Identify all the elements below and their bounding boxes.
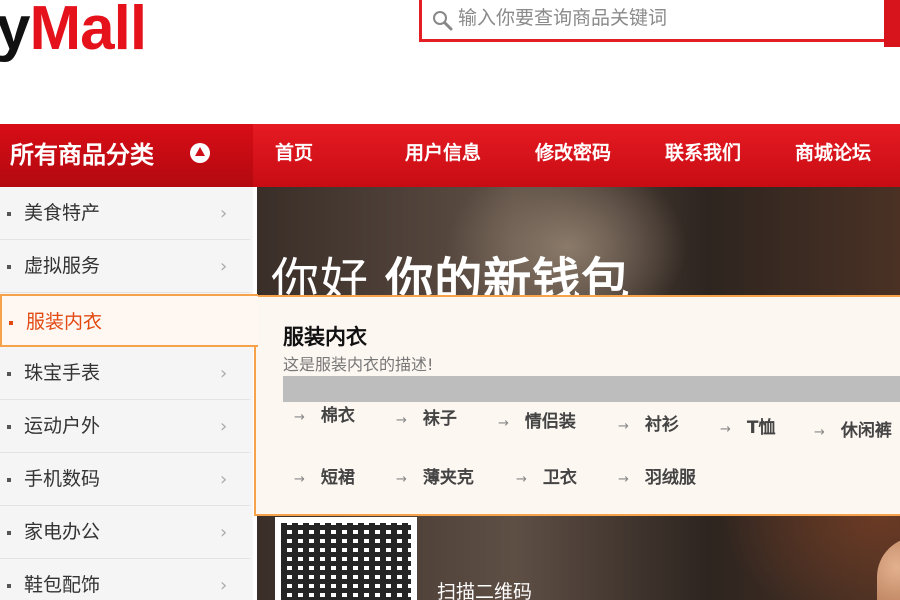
flyout-description: 这是服装内衣的描述! [283, 355, 434, 374]
arrow-right-icon: → [720, 422, 731, 437]
bullet-icon [7, 212, 11, 216]
subcategory-link[interactable]: → 衬衫 [618, 410, 679, 435]
collapse-arrow-icon[interactable] [190, 143, 210, 163]
scan-qr-text: 扫描二维码 [437, 581, 533, 600]
category-sidebar: 美食特产 › 虚拟服务 › 服装内衣 珠宝手表 › 运动户外 › 手机数码 › … [0, 187, 258, 600]
subcategory-link[interactable]: → 卫衣 [516, 463, 577, 488]
search-box [419, 0, 889, 42]
site-logo[interactable]: yMall [0, 0, 147, 64]
search-button[interactable] [884, 0, 900, 47]
subcategory-link[interactable]: → 休闲裤 [814, 416, 892, 441]
search-icon [433, 11, 453, 31]
bullet-icon [7, 372, 11, 376]
subcategory-link[interactable]: → T恤 [720, 413, 776, 438]
sidebar-item-jewelry[interactable]: 珠宝手表 › [0, 347, 250, 400]
bullet-icon [7, 584, 11, 588]
chevron-right-icon: › [220, 575, 228, 596]
subcategory-link[interactable]: → 短裙 [294, 463, 355, 488]
arrow-right-icon: → [498, 416, 509, 431]
sidebar-item-shoes-bags[interactable]: 鞋包配饰 › [0, 559, 250, 600]
bullet-icon [7, 531, 11, 535]
sidebar-item-sports[interactable]: 运动户外 › [0, 400, 250, 453]
subcategory-link[interactable]: → 羽绒服 [618, 463, 696, 488]
nav-user-info[interactable]: 用户信息 [383, 124, 513, 187]
nav-change-password[interactable]: 修改密码 [513, 124, 643, 187]
arrow-right-icon: → [618, 419, 629, 434]
search-input[interactable] [458, 1, 878, 35]
sidebar-item-digital[interactable]: 手机数码 › [0, 453, 250, 506]
bullet-icon [7, 425, 11, 429]
nav-home[interactable]: 首页 [253, 124, 383, 187]
bullet-icon [7, 265, 11, 269]
flyout-divider-bar [283, 376, 900, 402]
subcategory-link[interactable]: → 袜子 [396, 404, 457, 429]
chevron-right-icon: › [220, 363, 228, 384]
chevron-right-icon: › [220, 416, 228, 437]
nav-contact-us[interactable]: 联系我们 [643, 124, 773, 187]
banner-figure [877, 537, 900, 600]
chevron-right-icon: › [220, 522, 228, 543]
subcategory-link[interactable]: → 棉衣 [294, 401, 355, 426]
all-categories-header[interactable]: 所有商品分类 [0, 124, 253, 187]
flyout-title: 服装内衣 [283, 325, 367, 349]
arrow-right-icon: → [396, 413, 407, 428]
bullet-icon [7, 478, 11, 482]
sidebar-item-food[interactable]: 美食特产 › [0, 187, 250, 240]
nav-links: 首页 用户信息 修改密码 联系我们 商城论坛 组 [253, 124, 900, 187]
category-flyout: 服装内衣 这是服装内衣的描述! → 棉衣 → 袜子 → 情侣装 → 衬衫 → T恤 → 休闲… [254, 295, 900, 516]
subcategory-link[interactable]: → 薄夹克 [396, 463, 474, 488]
arrow-right-icon: → [618, 472, 629, 487]
qr-code [275, 517, 417, 600]
subcategory-link[interactable]: → 情侣装 [498, 407, 576, 432]
arrow-right-icon: → [814, 425, 825, 440]
chevron-right-icon: › [220, 469, 228, 490]
arrow-right-icon: → [516, 472, 527, 487]
arrow-right-icon: → [294, 410, 305, 425]
nav-forum[interactable]: 商城论坛 [773, 124, 900, 187]
sidebar-item-virtual[interactable]: 虚拟服务 › [0, 240, 250, 293]
arrow-right-icon: → [294, 472, 305, 487]
arrow-right-icon: → [396, 472, 407, 487]
bullet-icon [9, 321, 13, 325]
chevron-right-icon: › [220, 203, 228, 224]
chevron-right-icon: › [220, 256, 228, 277]
sidebar-item-appliances[interactable]: 家电办公 › [0, 506, 250, 559]
sidebar-item-clothing[interactable]: 服装内衣 [0, 294, 258, 347]
